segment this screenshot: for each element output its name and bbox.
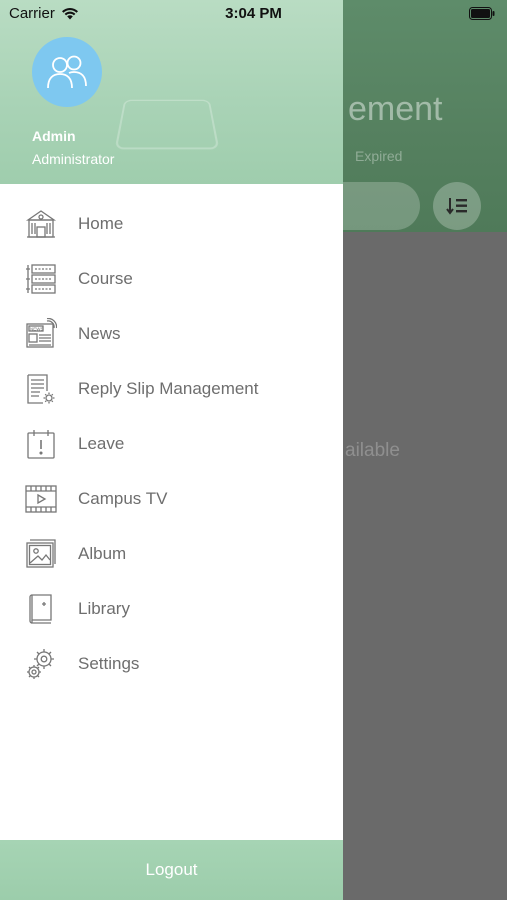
- album-icon: [24, 537, 58, 571]
- avatar[interactable]: [32, 37, 102, 107]
- navigation-drawer: Admin Administrator Home Course NEWS New…: [0, 0, 343, 900]
- leave-calendar-icon: [24, 427, 58, 461]
- battery-icon: [469, 7, 495, 20]
- user-name: Admin: [32, 128, 76, 144]
- menu-label-course: Course: [78, 268, 133, 288]
- menu-label-reply-slip: Reply Slip Management: [78, 378, 259, 398]
- settings-gear-icon: [24, 647, 58, 681]
- logout-button[interactable]: Logout: [0, 840, 343, 900]
- menu-item-leave[interactable]: Leave: [0, 416, 343, 471]
- user-role: Administrator: [32, 151, 115, 167]
- menu-label-settings: Settings: [78, 653, 140, 673]
- users-avatar-icon: [47, 55, 87, 89]
- menu-item-library[interactable]: Library: [0, 581, 343, 636]
- battery-indicator: [469, 7, 496, 20]
- home-building-icon: [24, 207, 58, 241]
- menu-label-library: Library: [78, 598, 130, 618]
- sort-button: [433, 182, 481, 230]
- drawer-menu: Home Course NEWS News Reply Slip Managem…: [0, 196, 343, 691]
- menu-label-home: Home: [78, 213, 124, 233]
- menu-label-news: News: [78, 323, 121, 343]
- menu-item-home[interactable]: Home: [0, 196, 343, 251]
- menu-label-album: Album: [78, 543, 127, 563]
- status-bar: Carrier 3:04 PM: [0, 0, 507, 28]
- campus-tv-icon: [24, 482, 58, 516]
- menu-item-news[interactable]: NEWS News: [0, 306, 343, 361]
- menu-item-campus-tv[interactable]: Campus TV: [0, 471, 343, 526]
- svg-text:NEWS: NEWS: [30, 326, 44, 331]
- course-list-icon: [24, 262, 58, 296]
- reply-slip-icon: [24, 372, 58, 406]
- logout-label: Logout: [145, 860, 198, 879]
- menu-item-course[interactable]: Course: [0, 251, 343, 306]
- menu-label-leave: Leave: [78, 433, 125, 453]
- background-filter-tab: Expired: [355, 148, 403, 164]
- sort-icon: [446, 198, 467, 215]
- news-icon: NEWS: [24, 317, 58, 351]
- menu-item-album[interactable]: Album: [0, 526, 343, 581]
- background-empty-message: ailable: [345, 440, 400, 461]
- menu-item-reply-slip[interactable]: Reply Slip Management: [0, 361, 343, 416]
- menu-item-settings[interactable]: Settings: [0, 636, 343, 691]
- menu-label-campus-tv: Campus TV: [78, 488, 168, 508]
- background-page-title: ement: [348, 90, 443, 128]
- library-book-icon: [24, 592, 58, 626]
- status-time: 3:04 PM: [225, 5, 282, 22]
